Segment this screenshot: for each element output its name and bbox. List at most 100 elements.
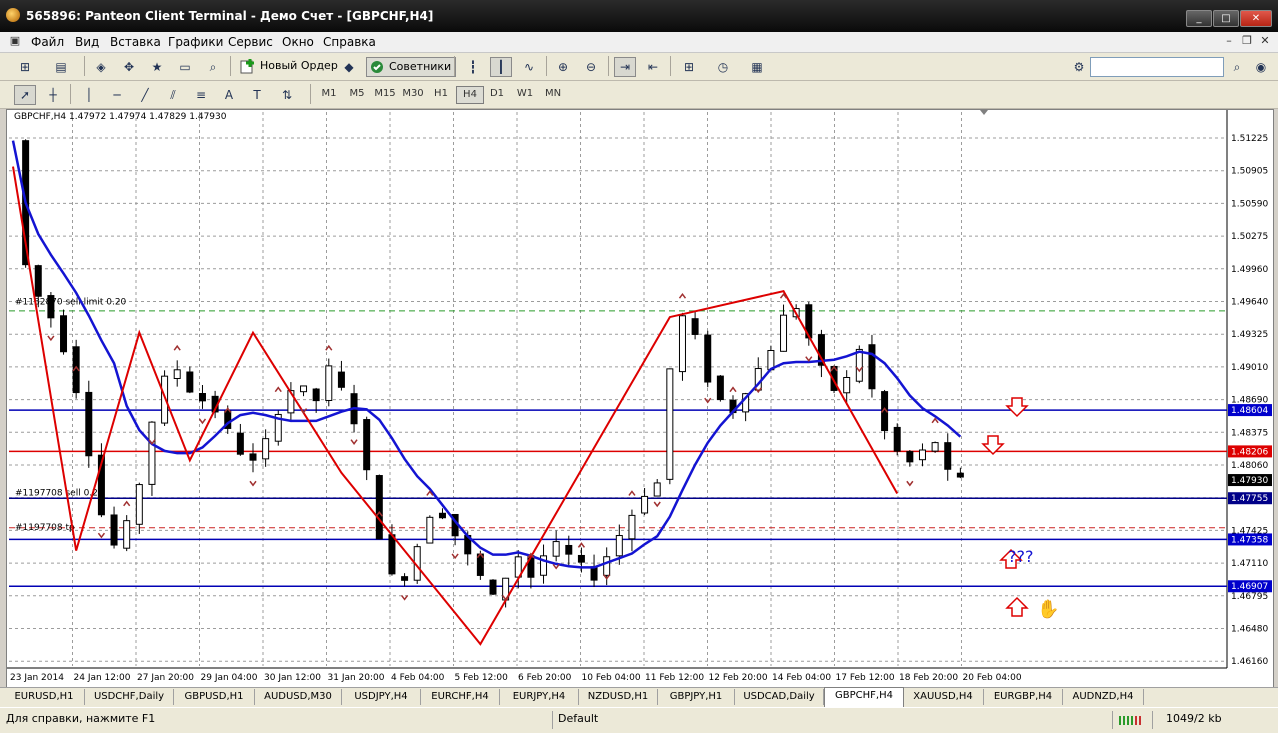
zigzag-line	[12, 166, 899, 646]
account-icon[interactable]: ◉	[1250, 57, 1272, 77]
timeframe-w1[interactable]: W1	[512, 86, 538, 102]
candle-body	[426, 516, 434, 544]
settings-gear-icon[interactable]: ⚙	[1068, 57, 1090, 77]
line-chart-icon[interactable]: ∿	[518, 57, 540, 77]
chart-shift-icon[interactable]: ⇤	[642, 57, 664, 77]
menu-view[interactable]: Вид	[75, 35, 99, 49]
arrows-icon[interactable]: ⇅	[276, 85, 298, 105]
zoom-in-icon[interactable]: ⊕	[552, 57, 574, 77]
navigator-icon[interactable]: ★	[146, 57, 168, 77]
mdi-minimize-icon[interactable]: –	[1222, 34, 1236, 48]
menu-bar: ▣ Файл Вид Вставка Графики Сервис Окно С…	[0, 32, 1278, 53]
chart-tabs: EURUSD,H1 USDCHF,Daily GBPUSD,H1 AUDUSD,…	[0, 687, 1278, 707]
time-axis-label: 5 Feb 12:00	[455, 673, 509, 683]
chart-window[interactable]: 1.51225 1.50905 1.50590 1.50275 1.49960 1.496…	[6, 109, 1274, 689]
tab-gbpusd-h1[interactable]: GBPUSD,H1	[174, 689, 255, 705]
mdi-close-icon[interactable]: ✕	[1258, 34, 1272, 48]
candlestick-icon[interactable]: ┃	[490, 57, 512, 77]
timeframe-m1[interactable]: M1	[316, 86, 342, 102]
candle-body	[375, 475, 383, 540]
tab-eurusd-h1[interactable]: EURUSD,H1	[4, 689, 85, 705]
timeframe-mn[interactable]: MN	[540, 86, 566, 102]
price-axis-label: 1.46160	[1231, 657, 1268, 667]
close-button[interactable]: ✕	[1240, 10, 1272, 27]
timeframe-h1[interactable]: H1	[428, 86, 454, 102]
candle-body	[363, 419, 371, 471]
price-tag-label: 1.46907	[1231, 582, 1268, 592]
fibonacci-icon[interactable]: ≡	[190, 85, 212, 105]
tab-usdchf-daily[interactable]: USDCHF,Daily	[85, 689, 174, 705]
maximize-button[interactable]: □	[1213, 10, 1239, 27]
price-axis-label: 1.49640	[1231, 298, 1268, 308]
candle-body	[552, 541, 560, 557]
horizontal-line-icon[interactable]: ─	[106, 85, 128, 105]
tab-audnzd-h4[interactable]: AUDNZD,H4	[1063, 689, 1144, 705]
chart-header: GBPCHF,H4 1.47972 1.47974 1.47829 1.4793…	[14, 112, 227, 122]
candle-body	[186, 371, 194, 393]
tab-eurjpy-h4[interactable]: EURJPY,H4	[500, 689, 579, 705]
autoscroll-icon[interactable]: ⇥	[614, 57, 636, 77]
crosshair-icon[interactable]: ┼	[42, 85, 64, 105]
candle-body	[565, 544, 573, 555]
text-label-icon[interactable]: T	[246, 85, 268, 105]
tab-eurchf-h4[interactable]: EURCHF,H4	[421, 689, 500, 705]
tab-audusd-m30[interactable]: AUDUSD,M30	[255, 689, 342, 705]
trendline-icon[interactable]: ╱	[134, 85, 156, 105]
fractal-marker	[47, 335, 55, 342]
tab-usdjpy-h4[interactable]: USDJPY,H4	[342, 689, 421, 705]
menu-charts[interactable]: Графики	[168, 35, 223, 49]
new-chart-icon[interactable]: ⊞	[14, 57, 36, 77]
tab-nzdusd-h1[interactable]: NZDUSD,H1	[579, 689, 658, 705]
timeframe-m15[interactable]: M15	[372, 86, 398, 102]
metaeditor-icon[interactable]: ◆	[338, 57, 360, 77]
new-order-button[interactable]: Новый Ордер	[238, 57, 338, 75]
minimize-button[interactable]: _	[1186, 10, 1212, 27]
search-input[interactable]	[1090, 57, 1224, 77]
document-icon[interactable]: ▣	[8, 34, 22, 48]
price-chart[interactable]: 1.51225 1.50905 1.50590 1.50275 1.49960 1.496…	[7, 110, 1273, 688]
menu-window[interactable]: Окно	[282, 35, 314, 49]
tab-eurgbp-h4[interactable]: EURGBP,H4	[984, 689, 1063, 705]
cursor-icon[interactable]: ➚	[14, 85, 36, 105]
tab-xauusd-h4[interactable]: XAUUSD,H4	[903, 689, 984, 705]
equidistant-channel-icon[interactable]: ⫽	[162, 85, 184, 105]
indicators-icon[interactable]: ⊞	[678, 57, 700, 77]
price-axis-label: 1.46795	[1231, 592, 1268, 602]
candle-body	[855, 348, 863, 382]
candle-body	[173, 369, 181, 380]
terminal-icon[interactable]: ▭	[174, 57, 196, 77]
candle-body	[868, 344, 876, 390]
tab-gbpjpy-h1[interactable]: GBPJPY,H1	[658, 689, 735, 705]
time-axis-label: 10 Feb 04:00	[582, 673, 641, 683]
menu-file[interactable]: Файл	[31, 35, 64, 49]
text-icon[interactable]: A	[218, 85, 240, 105]
templates-icon[interactable]: ▦	[746, 57, 768, 77]
experts-button[interactable]: Советники	[366, 57, 457, 77]
search-icon[interactable]: ⌕	[1226, 57, 1248, 77]
data-window-icon[interactable]: ✥	[118, 57, 140, 77]
time-axis-label: 24 Jan 12:00	[74, 673, 131, 683]
time-axis-label: 14 Feb 04:00	[772, 673, 831, 683]
zoom-out-icon[interactable]: ⊖	[580, 57, 602, 77]
menu-tools[interactable]: Сервис	[228, 35, 273, 49]
candle-body	[198, 392, 206, 402]
candle-body	[956, 472, 964, 478]
mdi-restore-icon[interactable]: ❐	[1240, 34, 1254, 48]
order-label: #1182870 sell limit 0.20	[15, 298, 127, 308]
tab-gbpchf-h4[interactable]: GBPCHF,H4	[824, 687, 904, 707]
timeframe-h4[interactable]: H4	[456, 86, 484, 104]
timeframe-d1[interactable]: D1	[484, 86, 510, 102]
market-watch-icon[interactable]: ◈	[90, 57, 112, 77]
bar-chart-icon[interactable]: ┇	[462, 57, 484, 77]
vertical-line-icon[interactable]: │	[78, 85, 100, 105]
periods-icon[interactable]: ◷	[712, 57, 734, 77]
menu-insert[interactable]: Вставка	[110, 35, 161, 49]
profiles-icon[interactable]: ▤	[50, 57, 72, 77]
timeframe-m30[interactable]: M30	[400, 86, 426, 102]
time-axis-label: 29 Jan 04:00	[201, 673, 258, 683]
menu-help[interactable]: Справка	[323, 35, 376, 49]
tab-usdcad-daily[interactable]: USDCAD,Daily	[735, 689, 824, 705]
price-tag-label: 1.47930	[1231, 476, 1268, 486]
strategy-tester-icon[interactable]: ⌕	[202, 57, 224, 77]
timeframe-m5[interactable]: M5	[344, 86, 370, 102]
